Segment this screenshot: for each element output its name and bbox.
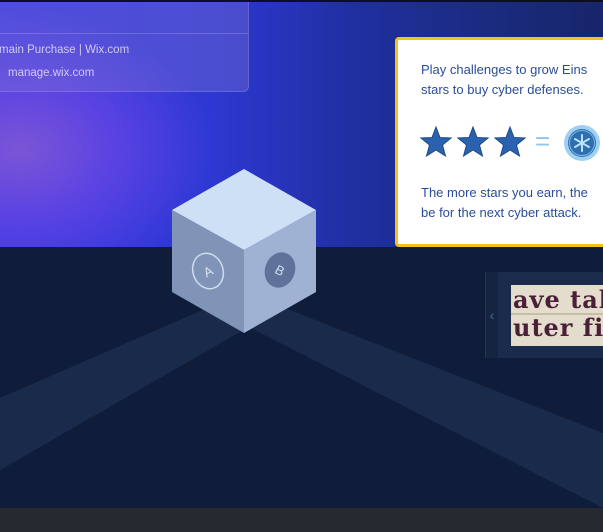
card-line-4: be for the next cyber attack.	[421, 204, 582, 220]
card-line-1: Play challenges to grow Eins	[421, 62, 588, 77]
bottom-bar	[0, 508, 603, 532]
clipping-line-1: ave tak	[513, 285, 603, 314]
cube[interactable]: A B	[172, 169, 316, 333]
tooltip-title: main Purchase | Wix.com	[0, 44, 130, 56]
clue-panel[interactable]: ‹ ave tak uter file	[485, 272, 603, 358]
previous-clue-button[interactable]: ‹	[486, 272, 498, 358]
star-icon	[457, 126, 489, 158]
tooltip-url: manage.wix.com	[8, 67, 95, 79]
star-icon	[494, 126, 526, 158]
card-outro-text: The more stars you earn, the be for the …	[421, 183, 588, 222]
clipping-line-2: uter file	[513, 313, 603, 342]
star-icon	[420, 126, 452, 158]
top-edge	[0, 0, 603, 2]
card-line-3: The more stars you earn, the	[421, 185, 588, 200]
card-line-2: stars to buy cyber defenses.	[421, 81, 584, 97]
game-scene: A B main Purchase | Wix.com manage.wix.c…	[0, 0, 603, 508]
snowflake-coin-icon	[564, 125, 600, 161]
stars-info-card: Play challenges to grow Eins stars to bu…	[395, 37, 603, 247]
card-intro-text: Play challenges to grow Eins stars to bu…	[421, 60, 587, 99]
ransom-note-clipping[interactable]: ave tak uter file	[511, 285, 603, 346]
browser-tooltip: main Purchase | Wix.com manage.wix.com	[0, 0, 249, 92]
equals-sign: =	[535, 126, 551, 156]
tooltip-divider	[0, 33, 248, 34]
